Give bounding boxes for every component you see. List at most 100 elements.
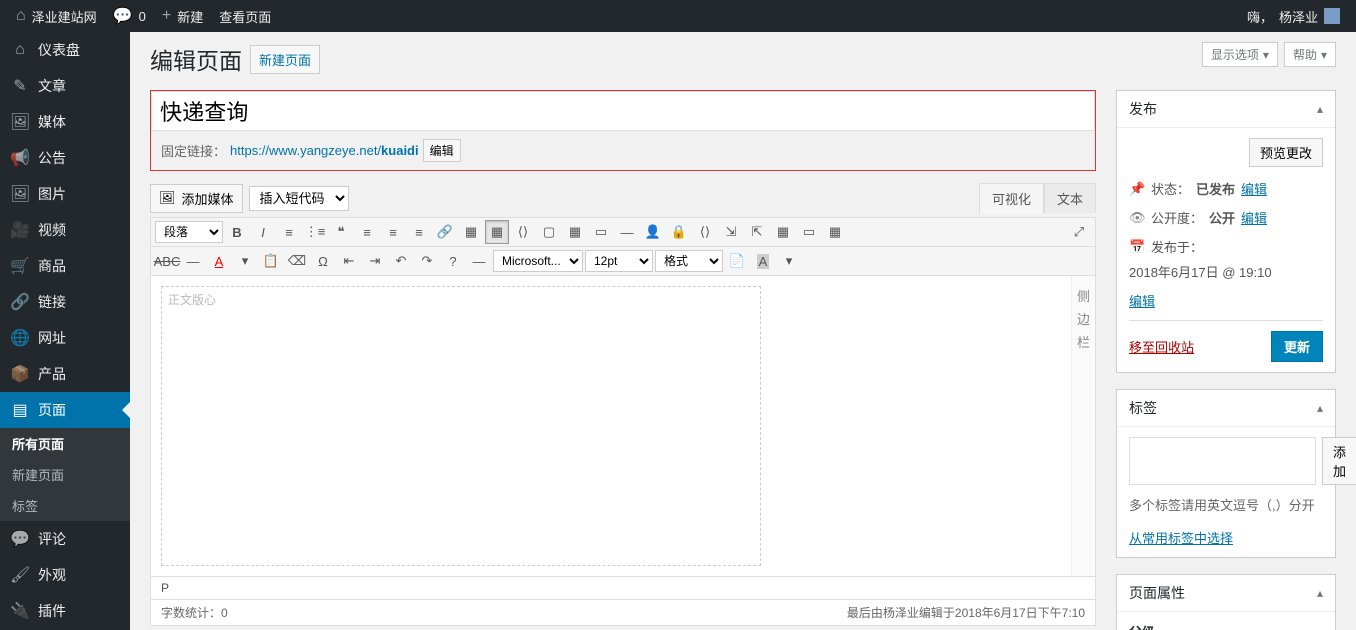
align-center-button[interactable]: ≡: [381, 220, 405, 244]
compress-button[interactable]: ⇲: [719, 220, 743, 244]
more-button[interactable]: ▦: [459, 220, 483, 244]
sidebar-sub-item-0[interactable]: 所有页面: [0, 428, 130, 459]
add-new-button[interactable]: 新建页面: [250, 45, 320, 74]
align-right-button[interactable]: ≡: [407, 220, 431, 244]
sidebar-item-0[interactable]: ⌂仪表盘: [0, 32, 130, 68]
copy-button[interactable]: 📄: [725, 249, 749, 273]
sidebar-label: 仪表盘: [38, 40, 80, 60]
sidebar-item-3[interactable]: 📢公告: [0, 140, 130, 176]
comment-icon: 💬: [113, 6, 133, 26]
sidebar-item-9[interactable]: 📦产品: [0, 356, 130, 392]
user-button[interactable]: 👤: [641, 220, 665, 244]
paste-button[interactable]: 📋: [259, 249, 283, 273]
toggle-icon[interactable]: ▴: [1317, 586, 1323, 600]
admin-bar-new[interactable]: + 新建: [154, 0, 211, 32]
sidebar-item-6[interactable]: 🛒商品: [0, 248, 130, 284]
shortcode-select[interactable]: 插入短代码: [249, 186, 349, 211]
help-icon-button[interactable]: ?: [441, 249, 465, 273]
textcolor-arrow[interactable]: ▾: [233, 249, 257, 273]
indent-button[interactable]: ⇥: [363, 249, 387, 273]
expand-button[interactable]: ⇱: [745, 220, 769, 244]
table-button[interactable]: ▦: [563, 220, 587, 244]
edit-visibility-link[interactable]: 编辑: [1241, 208, 1267, 227]
post-title-input[interactable]: [151, 91, 1095, 131]
toggle-icon[interactable]: ▴: [1317, 401, 1323, 415]
sidebar-item-2[interactable]: 🖼媒体: [0, 104, 130, 140]
sidebar-item-11[interactable]: 💬评论: [0, 521, 130, 557]
bullet-list-button[interactable]: ≡: [277, 220, 301, 244]
toggle-icon[interactable]: ▴: [1317, 102, 1323, 116]
sidebar-item-1[interactable]: ✎文章: [0, 68, 130, 104]
help-button[interactable]: 帮助 ▾: [1284, 42, 1336, 67]
align-left-button[interactable]: ≡: [355, 220, 379, 244]
sidebar-item-12[interactable]: 🖌外观: [0, 557, 130, 593]
choose-tags-link[interactable]: 从常用标签中选择: [1129, 531, 1233, 546]
sidebar-label-column[interactable]: 侧边栏: [1071, 276, 1095, 576]
hr-button[interactable]: —: [181, 249, 205, 273]
admin-bar-view-page[interactable]: 查看页面: [211, 0, 279, 32]
italic-button[interactable]: I: [251, 220, 275, 244]
outdent-button[interactable]: ⇤: [337, 249, 361, 273]
username: 杨泽业: [1279, 7, 1318, 26]
permalink-link[interactable]: https://www.yangzeye.net/kuaidi: [230, 143, 419, 158]
admin-bar-site[interactable]: ⌂ 泽业建站网: [8, 0, 105, 32]
grid-button[interactable]: ▦: [823, 220, 847, 244]
number-list-button[interactable]: ⋮≡: [303, 220, 327, 244]
sidebar-sub-item-2[interactable]: 标签: [0, 490, 130, 521]
toolbar-toggle-button[interactable]: ▦: [485, 220, 509, 244]
blockquote-button[interactable]: ❝: [329, 220, 353, 244]
layout-button[interactable]: ▦: [771, 220, 795, 244]
format2-select[interactable]: 格式: [655, 250, 723, 272]
trash-link[interactable]: 移至回收站: [1129, 337, 1194, 356]
line-button[interactable]: —: [615, 220, 639, 244]
preview-button[interactable]: 预览更改: [1249, 138, 1323, 167]
clear-button[interactable]: ⌫: [285, 249, 309, 273]
textcolor-button[interactable]: A: [207, 249, 231, 273]
bgcolor-button[interactable]: A: [751, 249, 775, 273]
lock-button[interactable]: 🔒: [667, 220, 691, 244]
video-button[interactable]: ▭: [589, 220, 613, 244]
tag-input[interactable]: [1129, 437, 1316, 485]
sidebar-item-8[interactable]: 🌐网址: [0, 320, 130, 356]
sidebar-item-7[interactable]: 🔗链接: [0, 284, 130, 320]
sidebar-label: 评论: [38, 529, 66, 549]
tab-text[interactable]: 文本: [1044, 183, 1096, 213]
sidebar-item-4[interactable]: 🖼图片: [0, 176, 130, 212]
edit-status-link[interactable]: 编辑: [1241, 179, 1267, 198]
sidebar-label: 视频: [38, 220, 66, 240]
add-tag-button[interactable]: 添加: [1322, 437, 1356, 485]
bold-button[interactable]: B: [225, 220, 249, 244]
fullscreen-button[interactable]: ⤢: [1067, 220, 1091, 244]
admin-bar-comments[interactable]: 💬 0: [105, 0, 154, 32]
format-select[interactable]: 段落: [155, 221, 223, 243]
sidebar-item-13[interactable]: 🔌插件: [0, 593, 130, 629]
tab-visual[interactable]: 可视化: [979, 183, 1044, 214]
source-button[interactable]: ⟨⟩: [693, 220, 717, 244]
sidebar-sub-item-1[interactable]: 新建页面: [0, 459, 130, 490]
edit-date-link[interactable]: 编辑: [1129, 294, 1155, 309]
undo-button[interactable]: ↶: [389, 249, 413, 273]
editor-content[interactable]: 正文版心: [151, 276, 1071, 576]
screen-options-button[interactable]: 显示选项 ▾: [1202, 42, 1278, 67]
redo-button[interactable]: ↷: [415, 249, 439, 273]
bgcolor-arrow[interactable]: ▾: [777, 249, 801, 273]
sidebar-icon: 📦: [10, 364, 30, 384]
code-button[interactable]: ⟨⟩: [511, 220, 535, 244]
hr2-button[interactable]: —: [467, 249, 491, 273]
font-family-select[interactable]: Microsoft...: [493, 250, 583, 272]
font-size-select[interactable]: 12pt: [585, 250, 653, 272]
admin-bar-user[interactable]: 嗨， 杨泽业: [1239, 0, 1348, 32]
link-button[interactable]: 🔗: [433, 220, 457, 244]
sidebar-item-5[interactable]: 🎥视频: [0, 212, 130, 248]
sidebar-label: 图片: [38, 184, 66, 204]
strike-button[interactable]: ABC: [155, 249, 179, 273]
add-media-button[interactable]: 🖼 添加媒体: [150, 184, 243, 213]
image-button[interactable]: ▢: [537, 220, 561, 244]
edit-permalink-button[interactable]: 编辑: [423, 139, 461, 162]
plus-icon: +: [162, 7, 171, 25]
update-button[interactable]: 更新: [1271, 331, 1323, 362]
chevron-down-icon: ▾: [1321, 48, 1327, 62]
special-char-button[interactable]: Ω: [311, 249, 335, 273]
sidebar-item-10[interactable]: ▤页面: [0, 392, 130, 428]
card-button[interactable]: ▭: [797, 220, 821, 244]
